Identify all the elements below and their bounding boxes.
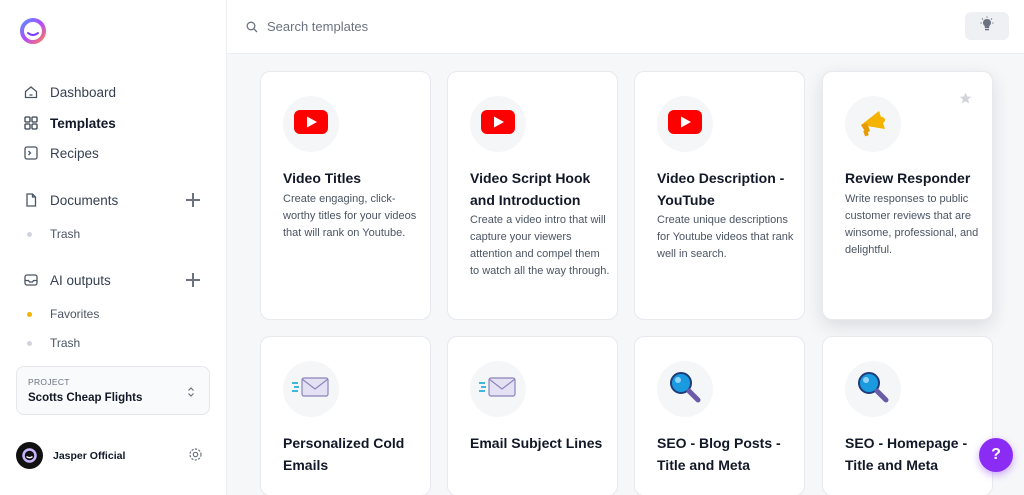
card-icon-container	[283, 96, 339, 152]
card-title: Review Responder	[845, 170, 971, 186]
top-bar	[227, 0, 1024, 54]
card-icon-container	[283, 361, 339, 417]
bullet-dot-icon	[27, 231, 32, 237]
nav-templates[interactable]: Templates	[24, 112, 116, 134]
project-selector[interactable]: PROJECT Scotts Cheap Flights	[16, 366, 210, 415]
card-description: Create engaging, click-worthy titles for…	[283, 193, 417, 239]
card-icon-container	[470, 96, 526, 152]
card-description: Write responses to public customer revie…	[845, 193, 979, 256]
card-title: SEO - Blog Posts - Title and Meta	[657, 435, 781, 473]
card-icon-container	[657, 96, 713, 152]
card-icon-container	[845, 96, 901, 152]
envelope-icon	[478, 374, 518, 405]
nav-templates-label: Templates	[50, 115, 116, 131]
nav-recipes[interactable]: Recipes	[24, 142, 99, 164]
bullet-dot-icon	[27, 340, 32, 346]
youtube-icon	[480, 109, 516, 140]
lightbulb-icon	[980, 16, 994, 37]
gear-icon[interactable]	[188, 447, 203, 462]
card-icon-container	[845, 361, 901, 417]
card-title: Email Subject Lines	[470, 435, 603, 451]
documents-trash-item[interactable]: Trash	[27, 225, 80, 243]
help-button[interactable]: ?	[979, 438, 1013, 472]
search-icon	[246, 20, 258, 33]
card-title: Personalized Cold Emails	[283, 435, 405, 473]
card-icon-container	[657, 361, 713, 417]
card-description: Create a video intro that will capture y…	[470, 214, 610, 277]
file-icon	[24, 193, 38, 207]
add-ai-output-plus-icon[interactable]	[186, 273, 200, 287]
user-profile[interactable]: Jasper Official	[16, 442, 125, 469]
magnifier-icon	[856, 370, 890, 409]
template-card-personalized-cold-emails[interactable]: Personalized Cold Emails	[260, 336, 431, 495]
terminal-icon	[24, 146, 38, 160]
megaphone-icon	[855, 105, 891, 144]
template-card-video-description[interactable]: Video Description - YouTube Create uniqu…	[634, 71, 805, 320]
nav-documents-label: Documents	[50, 192, 119, 208]
card-title: Video Description - YouTube	[657, 170, 785, 208]
nav-ai-outputs[interactable]: AI outputs	[24, 269, 111, 291]
star-icon[interactable]	[959, 92, 972, 105]
user-name: Jasper Official	[53, 449, 126, 462]
ideas-button[interactable]	[965, 12, 1009, 40]
search-input[interactable]	[267, 14, 667, 38]
sidebar: Dashboard Templates Recipes Documents Tr…	[0, 0, 227, 495]
youtube-icon	[293, 109, 329, 140]
nav-dashboard[interactable]: Dashboard	[24, 81, 116, 103]
template-card-review-responder[interactable]: Review Responder Write responses to publ…	[822, 71, 993, 320]
card-icon-container	[470, 361, 526, 417]
ai-outputs-trash-item[interactable]: Trash	[27, 334, 80, 352]
chevron-up-down-icon	[187, 385, 195, 397]
documents-trash-label: Trash	[50, 227, 81, 241]
add-document-plus-icon[interactable]	[186, 193, 200, 207]
card-description: Create unique descriptions for Youtube v…	[657, 214, 794, 260]
card-title: SEO - Homepage - Title and Meta	[845, 435, 968, 473]
ai-outputs-trash-label: Trash	[50, 336, 81, 350]
jasper-logo-icon[interactable]	[18, 18, 48, 44]
project-name: Scotts Cheap Flights	[28, 392, 143, 404]
nav-dashboard-label: Dashboard	[50, 84, 117, 100]
inbox-icon	[24, 273, 38, 287]
youtube-icon	[667, 109, 703, 140]
ai-outputs-favorites-item[interactable]: Favorites	[27, 305, 99, 323]
template-card-video-titles[interactable]: Video Titles Create engaging, click-wort…	[260, 71, 431, 320]
nav-recipes-label: Recipes	[50, 145, 99, 161]
template-card-seo-homepage[interactable]: SEO - Homepage - Title and Meta	[822, 336, 993, 495]
envelope-icon	[291, 374, 331, 405]
project-label: PROJECT	[28, 377, 70, 387]
nav-ai-outputs-label: AI outputs	[50, 272, 111, 288]
nav-documents[interactable]: Documents	[24, 189, 118, 211]
template-card-email-subject-lines[interactable]: Email Subject Lines	[447, 336, 618, 495]
magnifier-icon	[668, 370, 702, 409]
grid-icon	[24, 116, 38, 130]
favorites-label: Favorites	[50, 307, 100, 321]
card-title: Video Titles	[283, 170, 362, 186]
favorites-dot-icon	[27, 311, 32, 317]
card-title: Video Script Hook and Introduction	[470, 170, 591, 208]
template-card-video-script-hook[interactable]: Video Script Hook and Introduction Creat…	[447, 71, 618, 320]
avatar	[16, 442, 43, 469]
template-card-seo-blog-posts[interactable]: SEO - Blog Posts - Title and Meta	[634, 336, 805, 495]
home-icon	[24, 85, 38, 99]
